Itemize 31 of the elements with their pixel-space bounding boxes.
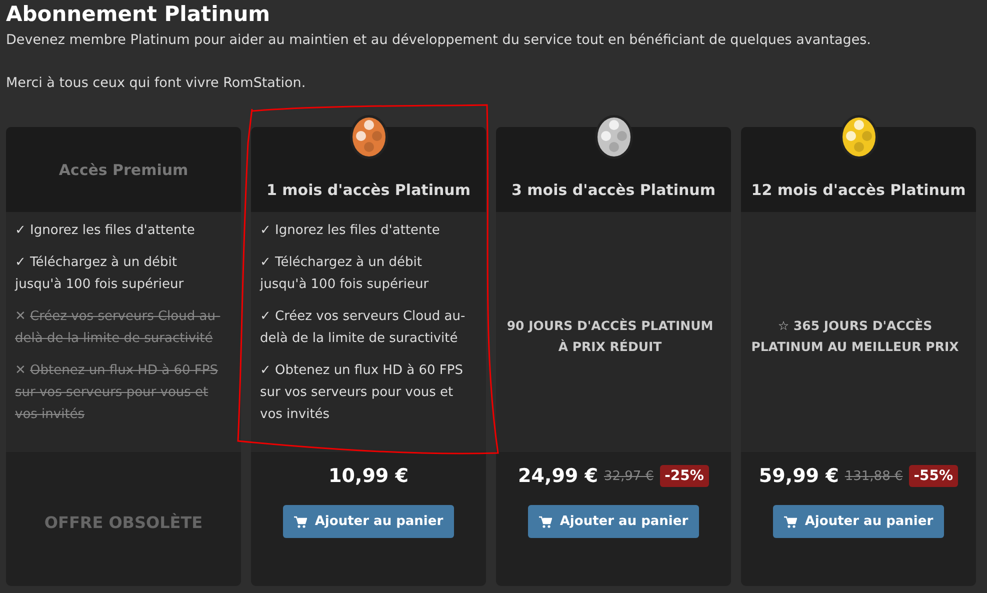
add-to-cart-button[interactable]: Ajouter au panier	[772, 505, 944, 538]
feature-text: ✓ Obtenez un flux HD à 60 FPS sur vos serveurs pour vous et vos invités	[260, 362, 464, 424]
feature-text: ✓ Ignorez les files d'attente	[260, 222, 441, 240]
plan-name: 3 mois d'accès Platinum	[511, 181, 716, 199]
feature-text: ✓ Téléchargez à un débit jusqu'à 100 fois supérieur	[260, 254, 430, 294]
plan-tagline: ☆ 365 JOURS D'ACCÈS PLATINUM AU MEILLEUR PRIX	[750, 317, 960, 356]
old-price: 32,97 €	[604, 468, 654, 484]
cart-icon	[784, 516, 797, 528]
description-text: Devenez membre Platinum pour aider au maintien et au développement du service tout en bénéficiant de quelques avantages.	[6, 32, 871, 48]
old-price: 131,88 €	[844, 468, 903, 484]
add-to-cart-button[interactable]: Ajouter au panier	[282, 505, 454, 538]
description-text: Merci à tous ceux qui font vivre RomStation.	[6, 75, 306, 91]
cart-icon	[294, 516, 307, 528]
price: 24,99 €	[518, 465, 598, 487]
feature-text: ✓ Téléchargez à un débit jusqu'à 100 fois supérieur	[15, 254, 185, 294]
feature-text: ✕ Créez vos serveurs Cloud au-delà de la limite de suractivité	[15, 308, 222, 348]
page-title: Abonnement Platinum	[6, 1, 270, 26]
feature-text: ✓ Ignorez les files d'attente	[15, 222, 196, 240]
plan-tagline: 90 JOURS D'ACCÈS PLATINUM À PRIX RÉDUIT	[506, 317, 714, 356]
price: 10,99 €	[328, 465, 408, 487]
cart-icon	[538, 516, 552, 528]
feature-text: ✓ Créez vos serveurs Cloud au-delà de la limite de suractivité	[260, 308, 466, 348]
price: 59,99 €	[758, 465, 839, 487]
discount-badge: -25%	[660, 465, 709, 487]
plan-name: Accès Premium	[58, 160, 188, 178]
add-to-cart-button[interactable]: Ajouter au panier	[528, 505, 700, 538]
plan-name: 1 mois d'accès Platinum	[266, 181, 470, 199]
feature-text: ✕ Obtenez un flux HD à 60 FPS sur vos serveurs pour vous et vos invités	[15, 362, 219, 424]
plan-name: 12 mois d'accès Platinum	[751, 181, 966, 199]
discount-badge: -55%	[908, 465, 958, 487]
status-text: OFFRE OBSOLÈTE	[44, 513, 203, 534]
